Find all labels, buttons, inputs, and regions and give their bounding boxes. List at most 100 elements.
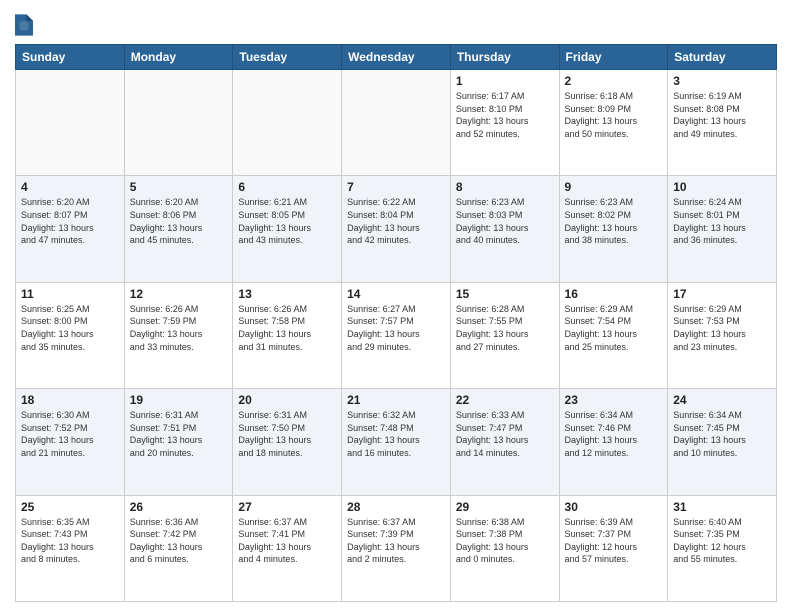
day-number: 17 xyxy=(673,287,771,301)
calendar-day-18: 18 Sunrise: 6:30 AM Sunset: 7:52 PM Dayli… xyxy=(16,389,125,495)
logo xyxy=(15,14,37,36)
calendar-day-30: 30 Sunrise: 6:39 AM Sunset: 7:37 PM Dayli… xyxy=(559,495,668,601)
day-number: 3 xyxy=(673,74,771,88)
day-detail: Sunrise: 6:17 AM Sunset: 8:10 PM Dayligh… xyxy=(456,90,554,140)
day-number: 2 xyxy=(565,74,663,88)
calendar-day-17: 17 Sunrise: 6:29 AM Sunset: 7:53 PM Dayli… xyxy=(668,282,777,388)
weekday-header-sunday: Sunday xyxy=(16,45,125,70)
calendar-day-20: 20 Sunrise: 6:31 AM Sunset: 7:50 PM Dayli… xyxy=(233,389,342,495)
day-detail: Sunrise: 6:20 AM Sunset: 8:07 PM Dayligh… xyxy=(21,196,119,246)
day-detail: Sunrise: 6:29 AM Sunset: 7:53 PM Dayligh… xyxy=(673,303,771,353)
calendar-empty-cell xyxy=(16,70,125,176)
day-number: 27 xyxy=(238,500,336,514)
day-number: 5 xyxy=(130,180,228,194)
day-number: 15 xyxy=(456,287,554,301)
day-detail: Sunrise: 6:34 AM Sunset: 7:46 PM Dayligh… xyxy=(565,409,663,459)
calendar-week-5: 25Sunrise: 6:35 AM Sunset: 7:43 PM Dayli… xyxy=(16,495,777,601)
page: SundayMondayTuesdayWednesdayThursdayFrid… xyxy=(0,0,792,612)
calendar-day-15: 15Sunrise: 6:28 AM Sunset: 7:55 PM Dayli… xyxy=(450,282,559,388)
day-detail: Sunrise: 6:29 AM Sunset: 7:54 PM Dayligh… xyxy=(565,303,663,353)
day-detail: Sunrise: 6:26 AM Sunset: 7:59 PM Dayligh… xyxy=(130,303,228,353)
calendar-day-21: 21 Sunrise: 6:32 AM Sunset: 7:48 PM Dayli… xyxy=(342,389,451,495)
day-number: 29 xyxy=(456,500,554,514)
calendar-day-4: 4 Sunrise: 6:20 AM Sunset: 8:07 PM Daylig… xyxy=(16,176,125,282)
day-detail: Sunrise: 6:26 AM Sunset: 7:58 PM Dayligh… xyxy=(238,303,336,353)
day-number: 13 xyxy=(238,287,336,301)
day-detail: Sunrise: 6:40 AM Sunset: 7:35 PM Dayligh… xyxy=(673,516,771,566)
day-number: 10 xyxy=(673,180,771,194)
calendar-day-13: 13 Sunrise: 6:26 AM Sunset: 7:58 PM Dayli… xyxy=(233,282,342,388)
day-detail: Sunrise: 6:33 AM Sunset: 7:47 PM Dayligh… xyxy=(456,409,554,459)
day-number: 14 xyxy=(347,287,445,301)
day-detail: Sunrise: 6:38 AM Sunset: 7:38 PM Dayligh… xyxy=(456,516,554,566)
calendar-day-14: 14 Sunrise: 6:27 AM Sunset: 7:57 PM Dayli… xyxy=(342,282,451,388)
day-number: 18 xyxy=(21,393,119,407)
day-detail: Sunrise: 6:31 AM Sunset: 7:50 PM Dayligh… xyxy=(238,409,336,459)
day-detail: Sunrise: 6:31 AM Sunset: 7:51 PM Dayligh… xyxy=(130,409,228,459)
calendar-day-11: 11Sunrise: 6:25 AM Sunset: 8:00 PM Dayli… xyxy=(16,282,125,388)
calendar-day-19: 19 Sunrise: 6:31 AM Sunset: 7:51 PM Dayli… xyxy=(124,389,233,495)
day-number: 4 xyxy=(21,180,119,194)
day-number: 21 xyxy=(347,393,445,407)
calendar-day-25: 25Sunrise: 6:35 AM Sunset: 7:43 PM Dayli… xyxy=(16,495,125,601)
day-detail: Sunrise: 6:32 AM Sunset: 7:48 PM Dayligh… xyxy=(347,409,445,459)
day-number: 20 xyxy=(238,393,336,407)
calendar-day-26: 26 Sunrise: 6:36 AM Sunset: 7:42 PM Dayli… xyxy=(124,495,233,601)
weekday-header-tuesday: Tuesday xyxy=(233,45,342,70)
day-number: 16 xyxy=(565,287,663,301)
calendar-day-6: 6Sunrise: 6:21 AM Sunset: 8:05 PM Daylig… xyxy=(233,176,342,282)
day-number: 24 xyxy=(673,393,771,407)
calendar-week-2: 4 Sunrise: 6:20 AM Sunset: 8:07 PM Daylig… xyxy=(16,176,777,282)
calendar-empty-cell xyxy=(342,70,451,176)
day-number: 11 xyxy=(21,287,119,301)
calendar-day-29: 29 Sunrise: 6:38 AM Sunset: 7:38 PM Dayli… xyxy=(450,495,559,601)
weekday-header-thursday: Thursday xyxy=(450,45,559,70)
header xyxy=(15,10,777,36)
calendar-day-23: 23 Sunrise: 6:34 AM Sunset: 7:46 PM Dayli… xyxy=(559,389,668,495)
day-detail: Sunrise: 6:34 AM Sunset: 7:45 PM Dayligh… xyxy=(673,409,771,459)
weekday-header-saturday: Saturday xyxy=(668,45,777,70)
calendar-day-3: 3 Sunrise: 6:19 AM Sunset: 8:08 PM Daylig… xyxy=(668,70,777,176)
calendar-week-1: 1 Sunrise: 6:17 AM Sunset: 8:10 PM Daylig… xyxy=(16,70,777,176)
calendar-day-10: 10 Sunrise: 6:24 AM Sunset: 8:01 PM Dayli… xyxy=(668,176,777,282)
calendar-day-22: 22 Sunrise: 6:33 AM Sunset: 7:47 PM Dayli… xyxy=(450,389,559,495)
day-detail: Sunrise: 6:24 AM Sunset: 8:01 PM Dayligh… xyxy=(673,196,771,246)
day-detail: Sunrise: 6:27 AM Sunset: 7:57 PM Dayligh… xyxy=(347,303,445,353)
day-detail: Sunrise: 6:20 AM Sunset: 8:06 PM Dayligh… xyxy=(130,196,228,246)
day-number: 30 xyxy=(565,500,663,514)
day-number: 19 xyxy=(130,393,228,407)
day-detail: Sunrise: 6:36 AM Sunset: 7:42 PM Dayligh… xyxy=(130,516,228,566)
day-detail: Sunrise: 6:30 AM Sunset: 7:52 PM Dayligh… xyxy=(21,409,119,459)
calendar-day-7: 7Sunrise: 6:22 AM Sunset: 8:04 PM Daylig… xyxy=(342,176,451,282)
day-number: 7 xyxy=(347,180,445,194)
calendar-day-16: 16 Sunrise: 6:29 AM Sunset: 7:54 PM Dayli… xyxy=(559,282,668,388)
day-detail: Sunrise: 6:23 AM Sunset: 8:02 PM Dayligh… xyxy=(565,196,663,246)
calendar-day-31: 31 Sunrise: 6:40 AM Sunset: 7:35 PM Dayli… xyxy=(668,495,777,601)
day-number: 26 xyxy=(130,500,228,514)
calendar-day-12: 12Sunrise: 6:26 AM Sunset: 7:59 PM Dayli… xyxy=(124,282,233,388)
weekday-header-monday: Monday xyxy=(124,45,233,70)
calendar-day-5: 5 Sunrise: 6:20 AM Sunset: 8:06 PM Daylig… xyxy=(124,176,233,282)
calendar-day-2: 2Sunrise: 6:18 AM Sunset: 8:09 PM Daylig… xyxy=(559,70,668,176)
weekday-header-friday: Friday xyxy=(559,45,668,70)
day-detail: Sunrise: 6:39 AM Sunset: 7:37 PM Dayligh… xyxy=(565,516,663,566)
calendar-week-3: 11Sunrise: 6:25 AM Sunset: 8:00 PM Dayli… xyxy=(16,282,777,388)
calendar-day-28: 28 Sunrise: 6:37 AM Sunset: 7:39 PM Dayli… xyxy=(342,495,451,601)
day-number: 22 xyxy=(456,393,554,407)
day-detail: Sunrise: 6:19 AM Sunset: 8:08 PM Dayligh… xyxy=(673,90,771,140)
calendar-day-27: 27Sunrise: 6:37 AM Sunset: 7:41 PM Dayli… xyxy=(233,495,342,601)
calendar-empty-cell xyxy=(124,70,233,176)
day-detail: Sunrise: 6:37 AM Sunset: 7:39 PM Dayligh… xyxy=(347,516,445,566)
day-detail: Sunrise: 6:21 AM Sunset: 8:05 PM Dayligh… xyxy=(238,196,336,246)
logo-icon xyxy=(15,14,33,36)
day-number: 8 xyxy=(456,180,554,194)
weekday-header-row: SundayMondayTuesdayWednesdayThursdayFrid… xyxy=(16,45,777,70)
calendar-day-8: 8Sunrise: 6:23 AM Sunset: 8:03 PM Daylig… xyxy=(450,176,559,282)
calendar-day-24: 24 Sunrise: 6:34 AM Sunset: 7:45 PM Dayli… xyxy=(668,389,777,495)
day-number: 9 xyxy=(565,180,663,194)
day-number: 31 xyxy=(673,500,771,514)
day-detail: Sunrise: 6:35 AM Sunset: 7:43 PM Dayligh… xyxy=(21,516,119,566)
day-number: 1 xyxy=(456,74,554,88)
day-number: 23 xyxy=(565,393,663,407)
day-number: 28 xyxy=(347,500,445,514)
